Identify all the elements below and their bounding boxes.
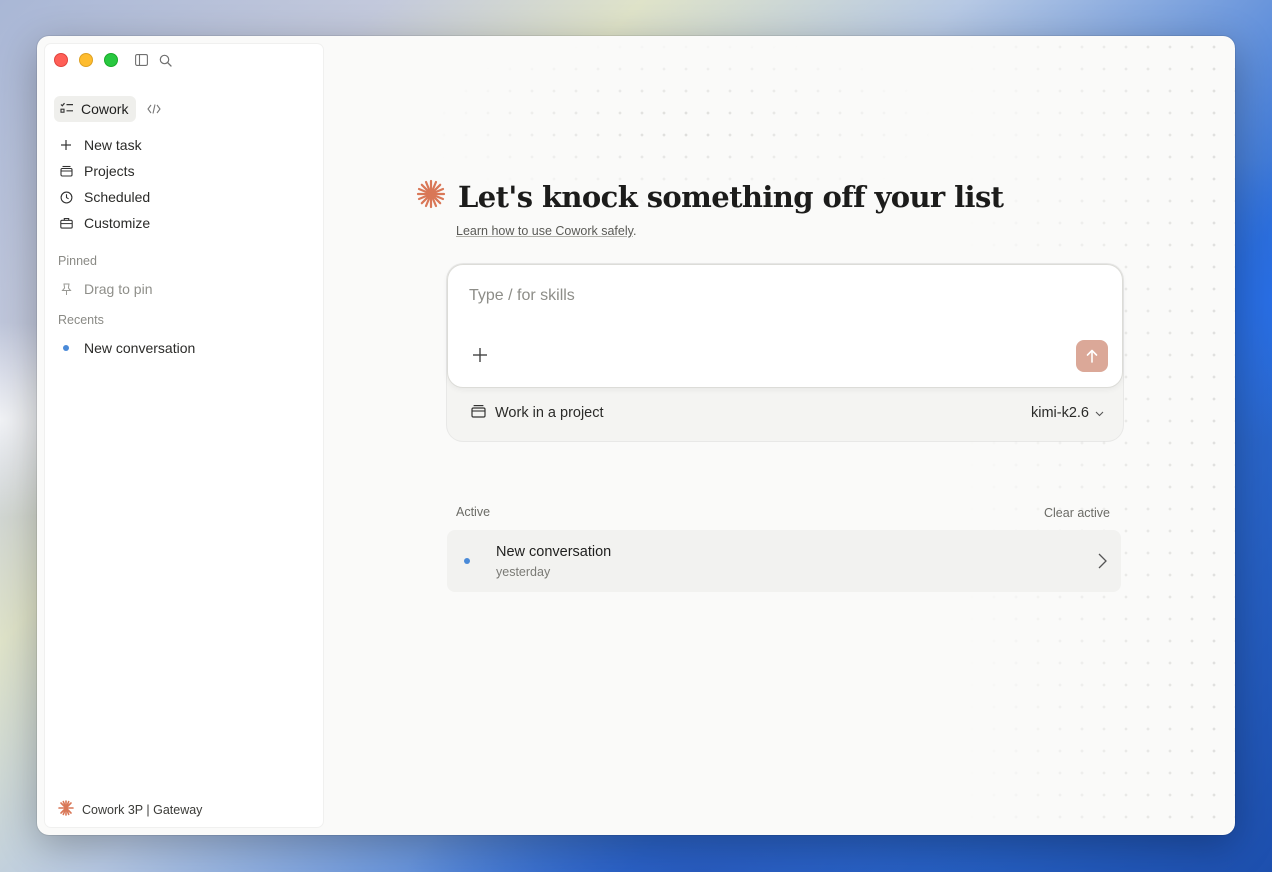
composer: Type / for skills <box>447 264 1123 388</box>
active-conversation-row[interactable]: New conversation yesterday <box>447 530 1121 592</box>
main-content: Let's knock something off your list Lear… <box>323 36 1235 835</box>
safety-link[interactable]: Learn how to use Cowork safely <box>456 224 633 238</box>
sidebar-item-label: Projects <box>84 163 135 179</box>
composer-container: Type / for skills Work in a project kimi… <box>447 264 1123 441</box>
status-dot <box>464 558 470 564</box>
close-window-button[interactable] <box>54 53 68 67</box>
zoom-window-button[interactable] <box>104 53 118 67</box>
pinned-section-label: Pinned <box>58 254 97 268</box>
page-title: Let's knock something off your list <box>458 179 1004 214</box>
clock-icon <box>58 189 74 205</box>
prompt-input[interactable]: Type / for skills <box>469 287 575 305</box>
sidebar-item-label: New task <box>84 137 142 153</box>
sidebar-item-customize[interactable]: Customize <box>58 210 150 236</box>
app-window: Cowork New task Projects Scheduled Custo… <box>37 36 1235 835</box>
sidebar-item-label: Scheduled <box>84 189 151 205</box>
model-selector-value: kimi-k2.6 <box>1030 405 1089 421</box>
plus-icon <box>473 348 487 362</box>
brand-asterisk-icon <box>416 179 446 214</box>
sidebar-toggle-icon[interactable] <box>134 53 148 67</box>
work-in-project-label: Work in a project <box>495 405 604 421</box>
hero-heading: Let's knock something off your list <box>416 179 1004 214</box>
projects-icon <box>471 404 486 422</box>
active-section-label: Active <box>456 505 491 519</box>
sidebar-item-new-task[interactable]: New task <box>58 132 150 158</box>
minimize-window-button[interactable] <box>79 53 93 67</box>
search-icon[interactable] <box>158 53 172 67</box>
code-mode-icon[interactable] <box>145 101 163 117</box>
mode-cowork-button[interactable]: Cowork <box>54 96 137 122</box>
sidebar: Cowork New task Projects Scheduled Custo… <box>45 44 323 827</box>
add-attachment-button[interactable] <box>471 346 489 364</box>
mode-cowork-label: Cowork <box>81 101 129 117</box>
sidebar-item-projects[interactable]: Projects <box>58 158 150 184</box>
model-selector[interactable]: kimi-k2.6 <box>1031 405 1104 421</box>
send-button[interactable] <box>1076 340 1108 372</box>
brand-asterisk-icon <box>58 800 74 819</box>
arrow-up-icon <box>1086 349 1098 363</box>
safety-suffix: . <box>632 224 637 238</box>
pin-icon <box>58 283 74 296</box>
clear-active-button[interactable]: Clear active <box>1044 506 1110 520</box>
recent-item[interactable]: New conversation <box>58 340 195 356</box>
conversation-title: New conversation <box>496 544 612 560</box>
status-dot <box>63 345 69 351</box>
pin-hint: Drag to pin <box>58 281 152 297</box>
window-controls <box>54 53 118 67</box>
projects-icon <box>58 163 74 179</box>
plus-icon <box>58 137 74 153</box>
sidebar-item-scheduled[interactable]: Scheduled <box>58 184 150 210</box>
sidebar-nav: New task Projects Scheduled Customize <box>58 132 150 236</box>
tasks-icon <box>60 101 74 117</box>
conversation-timestamp: yesterday <box>496 565 551 579</box>
sidebar-item-label: Customize <box>84 215 151 231</box>
chevron-right-icon <box>1095 552 1109 570</box>
work-in-project-button[interactable]: Work in a project <box>471 404 604 422</box>
safety-note: Learn how to use Cowork safely. <box>456 224 636 238</box>
pin-hint-label: Drag to pin <box>84 281 153 297</box>
briefcase-icon <box>58 215 74 231</box>
footer-brand[interactable]: Cowork 3P | Gateway <box>58 800 202 819</box>
footer-brand-label: Cowork 3P | Gateway <box>82 802 203 817</box>
chevron-down-icon <box>1095 405 1104 421</box>
recents-section-label: Recents <box>58 313 104 327</box>
recent-item-label: New conversation <box>84 340 196 356</box>
